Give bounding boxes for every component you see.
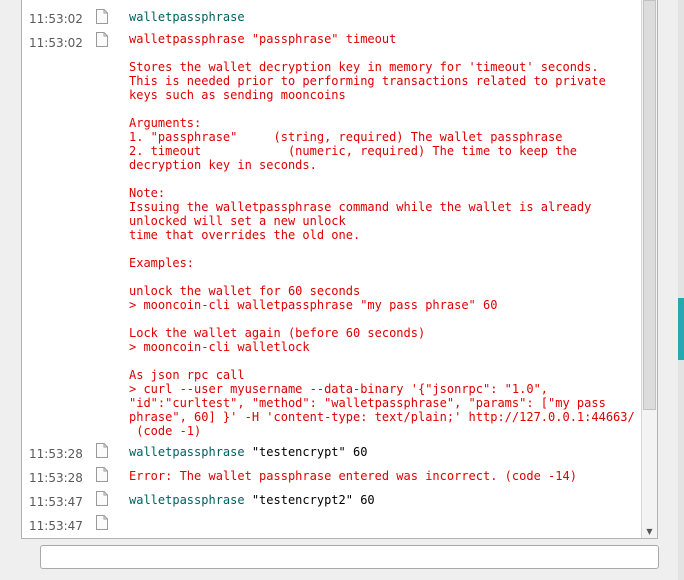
timestamp: 11:53:02 bbox=[29, 36, 83, 50]
command-name: walletpassphrase bbox=[129, 493, 245, 507]
timestamp: 11:53:02 bbox=[29, 12, 83, 26]
command-args: "testencrypt2" 60 bbox=[244, 493, 375, 507]
command-text: walletpassphrase "testencrypt2" 60 bbox=[129, 493, 375, 507]
reply-text: Error: The wallet passphrase entered was… bbox=[129, 469, 577, 483]
arrow-down-icon[interactable]: ▼ bbox=[642, 525, 657, 538]
document-icon bbox=[96, 32, 108, 47]
document-icon bbox=[96, 491, 108, 506]
command-text: walletpassphrase "testencrypt" 60 bbox=[129, 445, 367, 459]
document-icon bbox=[96, 443, 108, 458]
console-scrollbar[interactable]: ▼ bbox=[641, 0, 657, 538]
command-args: "testencrypt" 60 bbox=[244, 445, 368, 459]
scrollbar-thumb[interactable] bbox=[643, 0, 656, 410]
console-input[interactable] bbox=[40, 545, 659, 569]
document-icon bbox=[96, 515, 108, 530]
command-text: walletpassphrase bbox=[129, 10, 245, 24]
command-name: walletpassphrase bbox=[129, 10, 245, 24]
timestamp: 11:53:28 bbox=[29, 471, 83, 485]
reply-text: walletpassphrase "passphrase" timeout St… bbox=[129, 32, 635, 438]
console-output[interactable]: 11:53:02 walletpassphrase 11:53:02 walle… bbox=[21, 0, 658, 539]
document-icon bbox=[96, 9, 108, 24]
timestamp: 11:53:47 bbox=[29, 495, 83, 509]
command-name: walletpassphrase bbox=[129, 445, 245, 459]
console-log: 11:53:02 walletpassphrase 11:53:02 walle… bbox=[22, 0, 641, 538]
document-icon bbox=[96, 467, 108, 482]
window-scrollbar-thumb[interactable] bbox=[678, 298, 684, 360]
window-scrollbar[interactable] bbox=[678, 0, 684, 580]
timestamp: 11:53:28 bbox=[29, 447, 83, 461]
timestamp: 11:53:47 bbox=[29, 519, 83, 533]
